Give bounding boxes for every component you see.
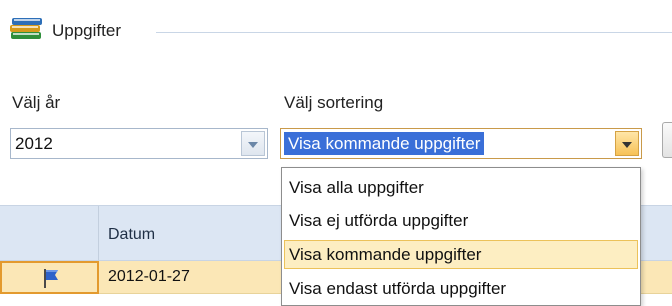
year-dropdown-button[interactable] xyxy=(241,131,265,156)
dropdown-option-done-only[interactable]: Visa endast utförda uppgifter xyxy=(284,274,638,303)
sort-select[interactable]: Visa kommande uppgifter xyxy=(280,128,642,159)
dropdown-option-upcoming[interactable]: Visa kommande uppgifter xyxy=(284,240,638,269)
year-select[interactable]: 2012 xyxy=(10,128,268,159)
toolbar-button[interactable] xyxy=(662,122,672,158)
page-title: Uppgifter xyxy=(52,21,121,40)
flag-cell[interactable] xyxy=(0,261,99,294)
year-value: 2012 xyxy=(15,134,53,153)
section-header: Uppgifter xyxy=(8,12,672,44)
year-label: Välj år xyxy=(12,93,61,112)
column-divider xyxy=(98,206,99,262)
header-divider xyxy=(156,32,672,33)
chevron-down-icon xyxy=(248,141,258,148)
sort-dropdown-button[interactable] xyxy=(615,131,639,156)
sort-dropdown-list: Visa alla uppgifter Visa ej utförda uppg… xyxy=(281,167,641,306)
chevron-down-icon xyxy=(622,141,632,148)
datum-cell: 2012-01-27 xyxy=(108,268,190,285)
dropdown-option-not-done[interactable]: Visa ej utförda uppgifter xyxy=(284,206,638,235)
books-icon xyxy=(10,18,42,39)
blue-flag-icon xyxy=(44,269,58,288)
sort-label: Välj sortering xyxy=(284,93,384,112)
sort-value: Visa kommande uppgifter xyxy=(284,132,485,155)
dropdown-option-all[interactable]: Visa alla uppgifter xyxy=(284,173,638,202)
column-header-datum[interactable]: Datum xyxy=(108,226,155,244)
